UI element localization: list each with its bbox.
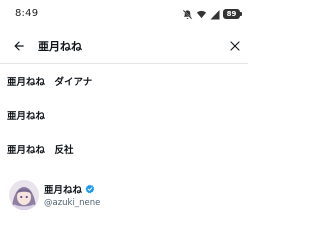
- avatar[interactable]: [9, 180, 39, 210]
- search-suggestion[interactable]: 亜月ねね ダイアナ: [0, 64, 248, 98]
- search-suggestion-text: 亜月ねね 反社: [7, 145, 74, 156]
- search-header: [0, 28, 248, 64]
- status-icons: 89: [182, 8, 242, 20]
- search-input[interactable]: [38, 36, 208, 56]
- close-icon: [230, 41, 240, 51]
- search-suggestion[interactable]: 亜月ねね: [0, 98, 248, 132]
- arrow-left-icon: [14, 41, 24, 51]
- status-bar: 8:49 89: [0, 0, 248, 28]
- signal-icon: [210, 9, 220, 19]
- user-name-line: 亜月ねね: [44, 182, 95, 196]
- clear-search-button[interactable]: [224, 35, 246, 57]
- back-button[interactable]: [8, 35, 30, 57]
- search-suggestion[interactable]: 亜月ねね 反社: [0, 132, 248, 166]
- search-suggestion-text: 亜月ねね ダイアナ: [7, 77, 93, 88]
- user-name: 亜月ねね: [44, 185, 83, 196]
- verified-badge-icon: [85, 184, 95, 194]
- user-result[interactable]: 亜月ねね @azuki_nene: [0, 170, 248, 220]
- user-handle: @azuki_nene: [44, 198, 101, 208]
- battery-icon: 89: [223, 9, 242, 19]
- mute-icon: [182, 9, 193, 19]
- search-suggestion-text: 亜月ねね: [7, 111, 46, 122]
- wifi-icon: [196, 10, 207, 18]
- status-time: 8:49: [15, 8, 39, 19]
